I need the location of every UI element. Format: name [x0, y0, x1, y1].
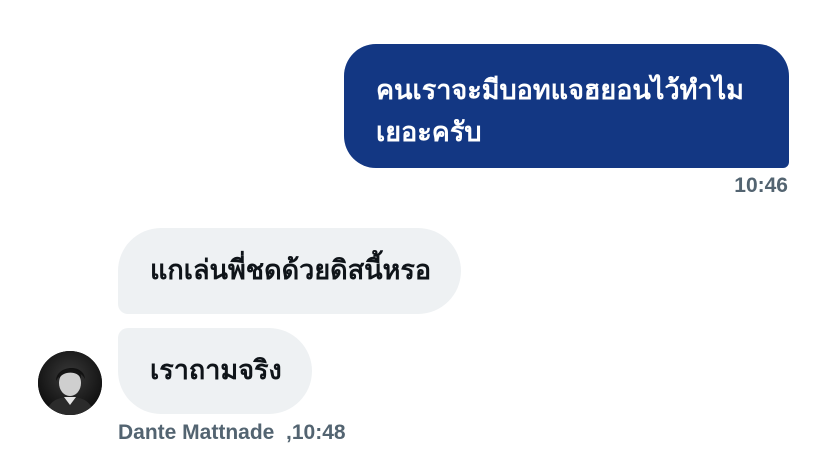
received-message-text: แกเล่นพี่ชดด้วยดิสนี้หรอ	[150, 255, 432, 286]
sent-message-timestamp: 10:46	[734, 174, 788, 197]
received-message-timestamp: 10:48	[291, 421, 346, 444]
sender-name[interactable]: Dante Mattnade	[118, 421, 274, 444]
received-message-text: เราถามจริง	[150, 355, 282, 386]
sent-message-bubble[interactable]: คนเราจะมีบอทแจฮยอนไว้ทำไมเยอะครับ	[344, 44, 789, 168]
meta-separator: ,	[274, 421, 292, 444]
received-message-bubble[interactable]: เราถามจริง	[118, 328, 312, 414]
sent-message-text: คนเราจะมีบอทแจฮยอนไว้ทำไมเยอะครับ	[376, 75, 744, 148]
sender-avatar[interactable]	[38, 351, 102, 415]
received-message-bubble[interactable]: แกเล่นพี่ชดด้วยดิสนี้หรอ	[118, 228, 462, 314]
received-message-meta: Dante Mattnade ,10:48	[118, 421, 346, 445]
user-photo-avatar-icon	[38, 351, 102, 415]
